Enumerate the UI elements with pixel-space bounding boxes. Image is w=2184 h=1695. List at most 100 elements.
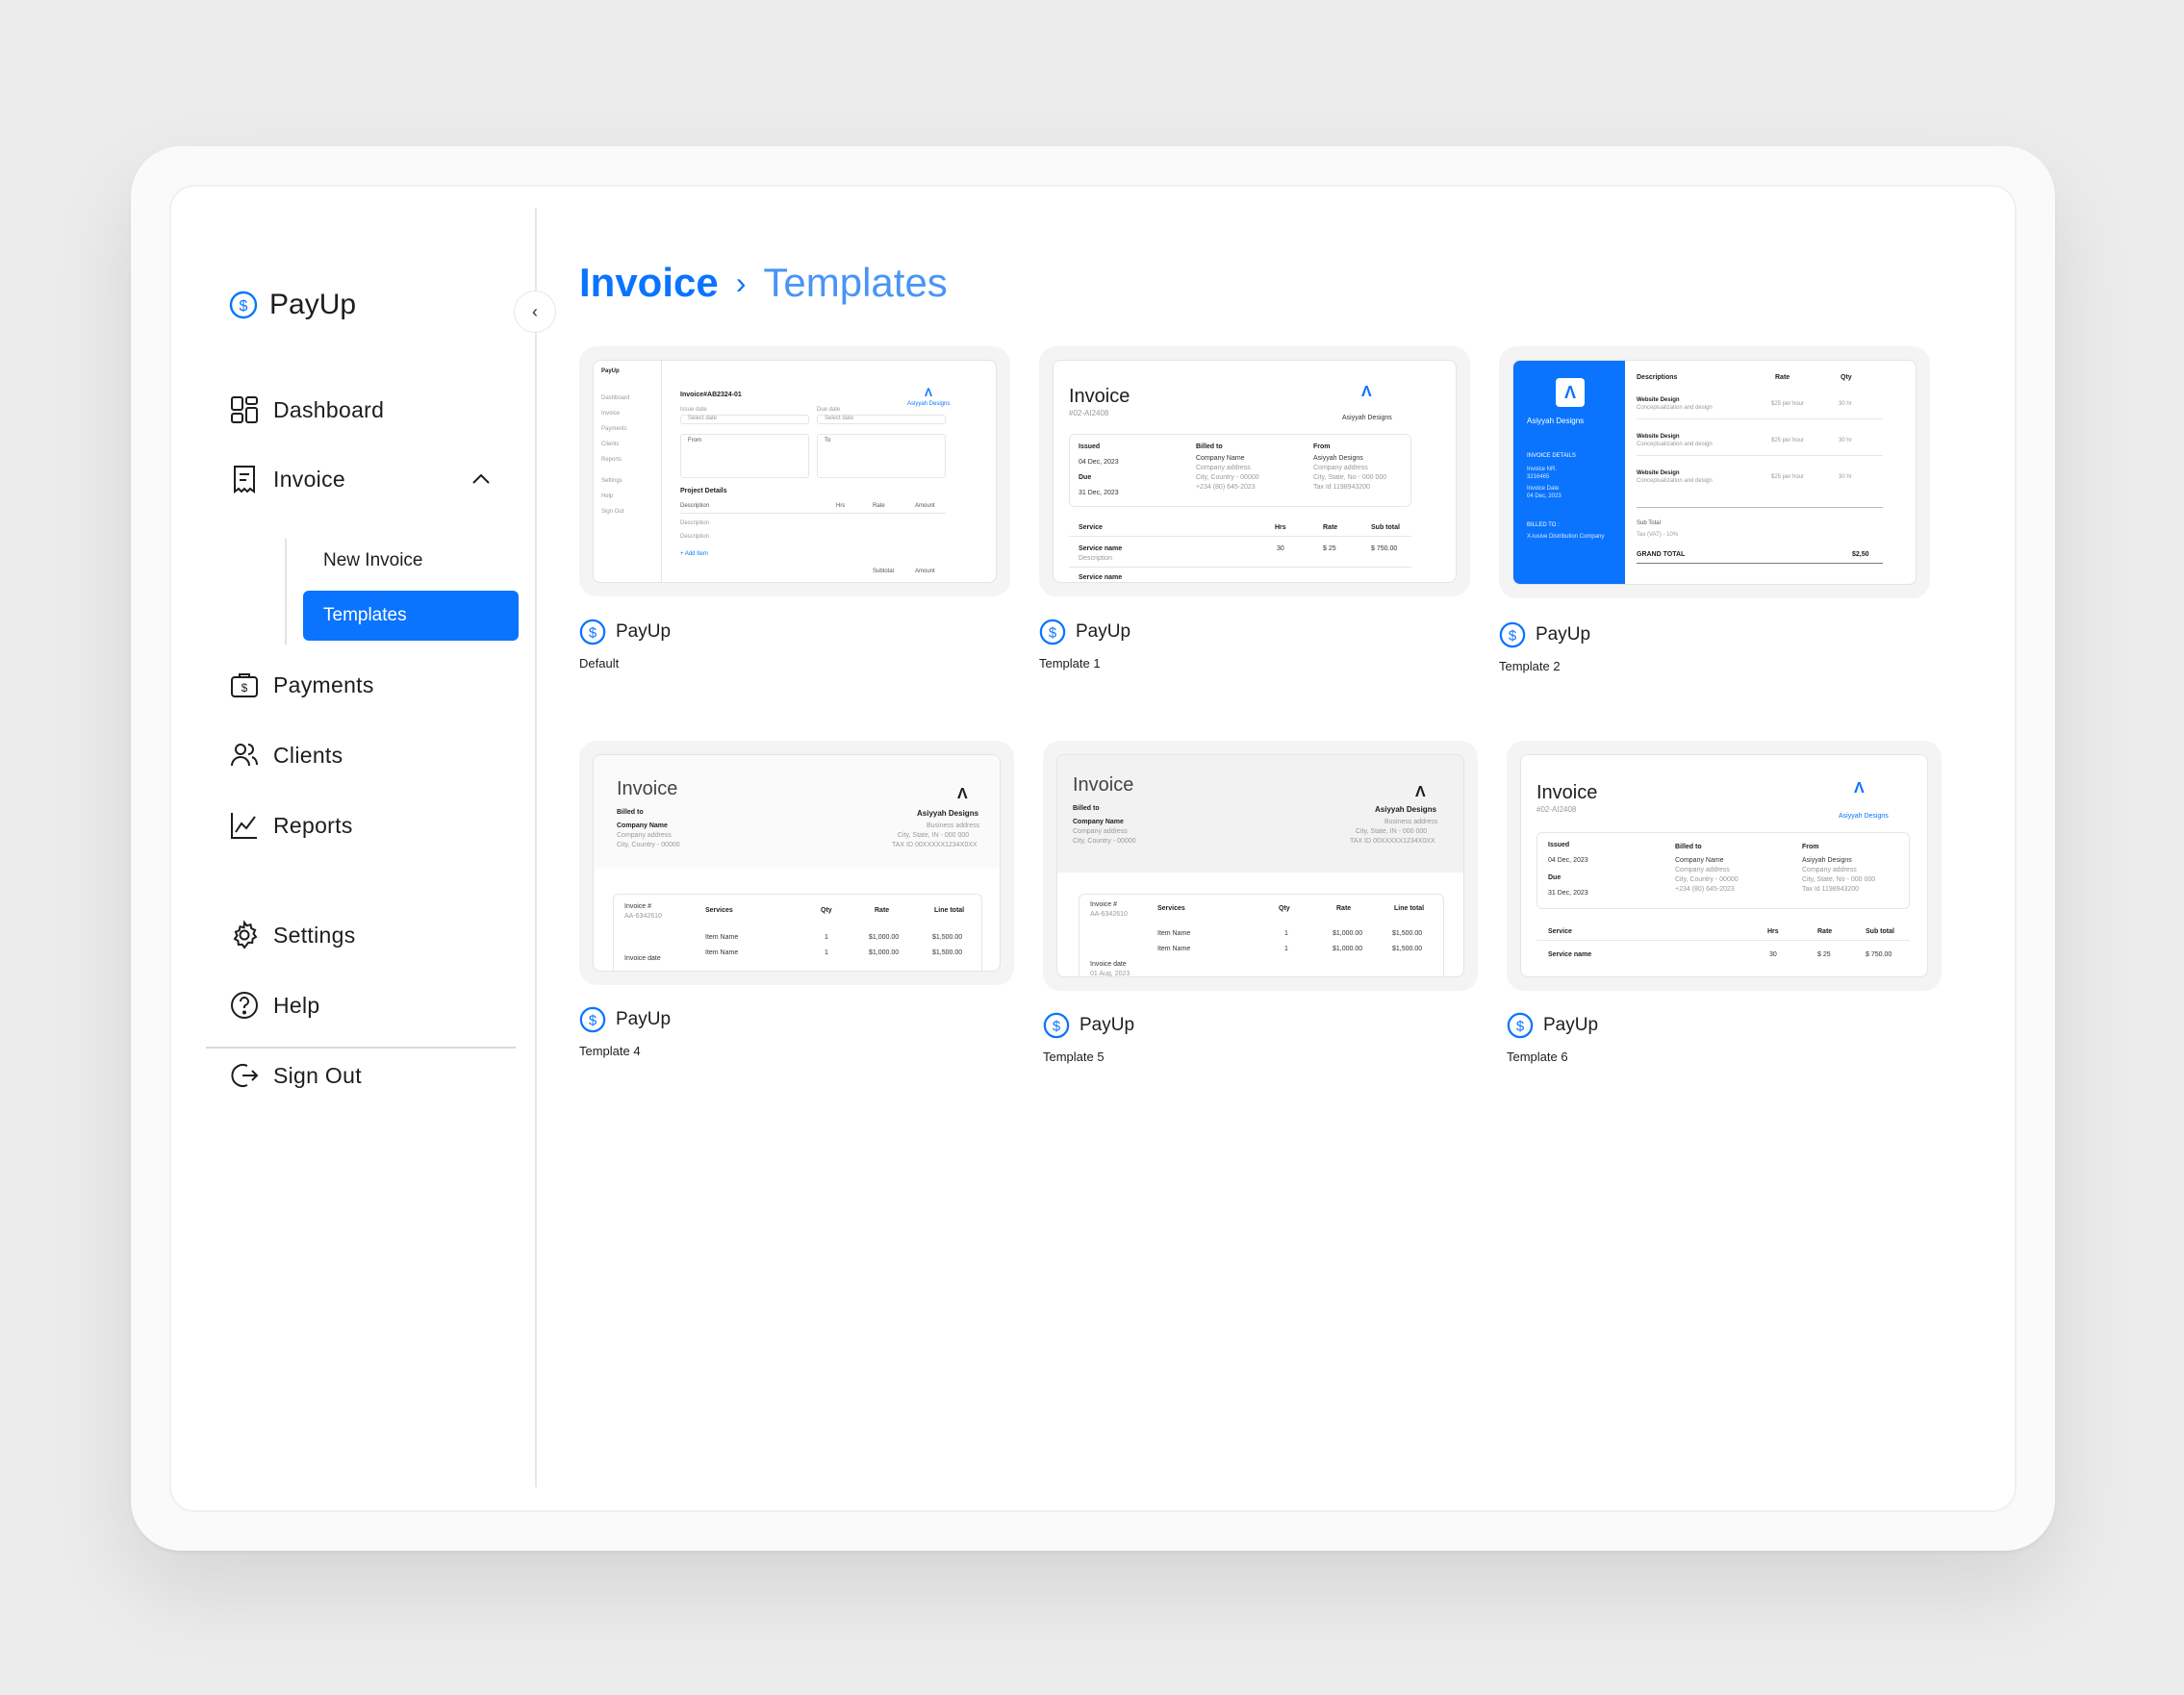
sidebar-item-settings[interactable]: Settings (229, 916, 356, 954)
preview-text: From (1802, 844, 1819, 850)
preview-text: Qty (821, 907, 832, 914)
preview-text: Tax Id 1198943200 (1802, 886, 1860, 893)
sidebar-item-dashboard[interactable]: Dashboard (229, 391, 384, 429)
dollar-coin-icon: $ (1039, 619, 1066, 645)
breadcrumb-current: Templates (763, 260, 948, 305)
invoice-preview: PayUp Dashboard Invoice Payments Clients… (593, 360, 997, 583)
preview-text: $25 per hour (1771, 438, 1805, 443)
dollar-coin-icon: $ (579, 1006, 606, 1033)
template-brand: $ PayUp (1043, 1012, 1134, 1039)
preview-text: Reports (601, 457, 622, 463)
preview-text: Sign Out (601, 509, 624, 515)
sidebar-item-sign-out[interactable]: Sign Out (229, 1056, 362, 1095)
preview-text: Website Design (1637, 434, 1680, 440)
preview-text: Website Design (1637, 397, 1680, 403)
template-preview[interactable]: Λ Asiyyah Designs INVOICE DETAILS Invoic… (1499, 346, 1930, 598)
preview-text: TAX ID 00XXXXX1234X0XX (1350, 838, 1435, 845)
preview-text: Invoice (617, 778, 678, 799)
preview-text: Item Name (705, 949, 739, 956)
template-brand-name: PayUp (1076, 621, 1131, 642)
template-card-default[interactable]: PayUp Dashboard Invoice Payments Clients… (579, 346, 1010, 673)
breadcrumb-parent[interactable]: Invoice (579, 260, 719, 306)
template-preview[interactable]: Invoice #02-AI2408 Λ Asiyyah Designs Iss… (1507, 741, 1942, 991)
preview-text: Business address (1384, 819, 1438, 825)
preview-text: 30 hr (1839, 438, 1852, 443)
sidebar-item-label: Sign Out (273, 1062, 362, 1088)
template-preview[interactable]: Invoice Billed to Company Name Company a… (579, 741, 1014, 985)
submenu-line (285, 539, 287, 645)
svg-text:$: $ (1509, 628, 1517, 645)
preview-text: Issued (1079, 443, 1101, 450)
sidebar-item-label: Help (273, 992, 320, 1018)
preview-text: INVOICE DETAILS (1527, 453, 1576, 459)
preview-text: Services (1157, 905, 1185, 912)
sidebar-item-templates[interactable]: Templates (303, 591, 519, 641)
preview-text: Conceptualization and design (1637, 442, 1713, 447)
sidebar-item-payments[interactable]: $ Payments (229, 666, 374, 704)
main-content: Invoice › Templates PayUp Dashboard Invo… (537, 187, 2015, 1510)
preview-text: Invoice (601, 411, 621, 417)
preview-text: Company address (617, 832, 672, 839)
preview-text: Clients (601, 442, 620, 447)
template-card-5[interactable]: Invoice Billed to Company Name Company a… (1043, 741, 1478, 1074)
preview-text: Dashboard (601, 395, 630, 401)
users-icon (231, 744, 258, 767)
template-card-4[interactable]: Invoice Billed to Company Name Company a… (579, 741, 1014, 1068)
template-preview[interactable]: PayUp Dashboard Invoice Payments Clients… (579, 346, 1010, 596)
preview-text: Rate (1817, 928, 1833, 935)
preview-text: Sub total (1866, 928, 1894, 935)
preview-text: Company address (1802, 867, 1857, 873)
preview-text: Help (601, 493, 614, 499)
template-card-6[interactable]: Invoice #02-AI2408 Λ Asiyyah Designs Iss… (1507, 741, 1942, 1074)
template-name: Template 1 (1039, 656, 1101, 670)
preview-text: Hrs (836, 503, 846, 509)
company-logo-mark: Λ (925, 386, 933, 399)
template-name: Template 5 (1043, 1050, 1105, 1064)
preview-text: $1,500.00 (932, 934, 963, 941)
sidebar-item-clients[interactable]: Clients (229, 736, 343, 774)
template-brand-name: PayUp (616, 621, 672, 642)
preview-text: Service name (1079, 574, 1123, 581)
sidebar-item-help[interactable]: Help (229, 986, 320, 1025)
preview-text: $1,000.00 (1333, 930, 1363, 937)
sidebar-item-label: Payments (273, 671, 374, 697)
chevron-up-icon[interactable] (470, 468, 493, 491)
company-logo-mark: Λ (1854, 780, 1865, 797)
preview-text: Asiyyah Designs (1313, 455, 1363, 462)
preview-text: Company address (1675, 867, 1730, 873)
preview-text: Company address (1073, 828, 1128, 835)
sidebar-item-invoice[interactable]: Invoice (229, 460, 345, 498)
template-brand: $ PayUp (579, 619, 671, 645)
preview-text: Hrs (1767, 928, 1779, 935)
preview-text: Invoice (1073, 774, 1134, 796)
template-preview[interactable]: Invoice Billed to Company Name Company a… (1043, 741, 1478, 991)
preview-text: From (1313, 443, 1331, 450)
preview-text: Sub Total (1637, 520, 1661, 526)
sidebar-item-reports[interactable]: Reports (229, 806, 353, 845)
preview-text: Invoice # (1090, 901, 1118, 908)
preview-text: City, Country - 00000 (1073, 838, 1136, 845)
preview-text: Project Details (680, 488, 727, 494)
dollar-coin-icon: $ (1507, 1012, 1534, 1039)
sign-out-icon (231, 1064, 259, 1087)
company-logo-mark: Λ (957, 786, 968, 802)
preview-text: $ 25 (1323, 545, 1336, 552)
svg-text:$: $ (589, 1013, 597, 1029)
template-preview[interactable]: Invoice #02-AI2408 Λ Asiyyah Designs Iss… (1039, 346, 1470, 596)
preview-text: Item Name (1157, 930, 1191, 937)
template-card-2[interactable]: Λ Asiyyah Designs INVOICE DETAILS Invoic… (1499, 346, 1930, 675)
dashboard-icon (231, 396, 258, 423)
preview-text: Conceptualization and design (1637, 405, 1713, 411)
svg-text:$: $ (1516, 1019, 1525, 1035)
sidebar-item-label: Invoice (273, 466, 345, 492)
company-logo-mark: Λ (1415, 784, 1426, 800)
preview-text: Invoice (1536, 782, 1598, 803)
brand-logo[interactable]: $ PayUp (229, 289, 356, 321)
preview-text: Line total (1394, 905, 1425, 912)
sidebar-item-new-invoice[interactable]: New Invoice (303, 536, 519, 586)
preview-text: Hrs (1275, 524, 1286, 531)
template-card-1[interactable]: Invoice #02-AI2408 Λ Asiyyah Designs Iss… (1039, 346, 1470, 673)
preview-text: $25 per hour (1771, 401, 1805, 407)
preview-text: $25 per hour (1771, 474, 1805, 480)
preview-text: Select date (688, 416, 718, 421)
